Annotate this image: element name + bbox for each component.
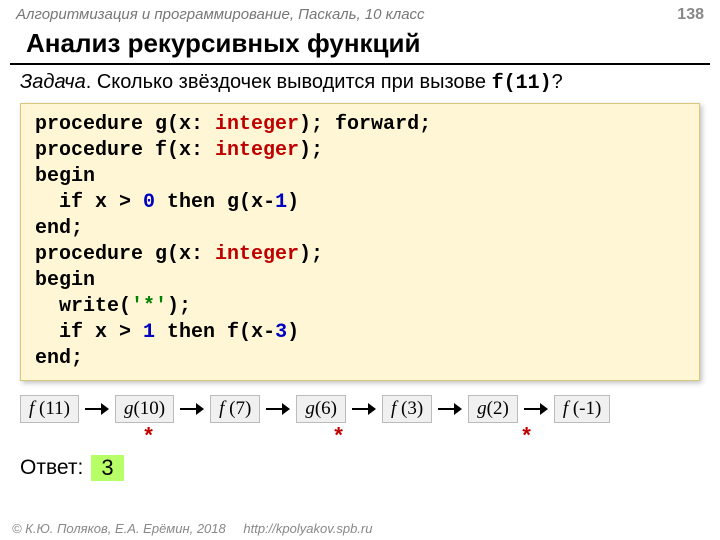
code-text: ); — [167, 295, 191, 318]
trace-fn: g — [305, 398, 315, 419]
page-title: Анализ рекурсивных функций — [10, 26, 710, 65]
code-text: if x > — [35, 191, 143, 214]
arrow-icon — [180, 403, 204, 415]
trace-fn: f — [29, 398, 39, 419]
trace-fn: f — [219, 398, 229, 419]
trace-arg: (10) — [133, 398, 165, 419]
arrow-icon — [352, 403, 376, 415]
code-number: 3 — [275, 321, 287, 344]
code-text: begin — [35, 165, 95, 188]
code-keyword: integer — [215, 139, 299, 162]
star: * — [142, 425, 155, 450]
call-trace: f (11) g(10) f (7) g(6) f (3) g(2) f (-1… — [0, 391, 720, 425]
code-text: write( — [35, 295, 131, 318]
trace-arg: (11) — [39, 398, 70, 419]
trace-fn: f — [563, 398, 573, 419]
stars-row: * * * — [0, 425, 720, 449]
code-number: 1 — [143, 321, 155, 344]
code-text: if x > — [35, 321, 143, 344]
code-block: procedure g(x: integer); forward; proced… — [20, 103, 700, 381]
code-text: end; — [35, 347, 83, 370]
slide-header: Алгоритмизация и программирование, Паска… — [0, 0, 720, 26]
trace-arg: (3) — [401, 398, 423, 419]
trace-call: g(2) — [468, 395, 518, 423]
trace-call: g(6) — [296, 395, 346, 423]
task-call: f(11) — [492, 72, 552, 95]
code-text: procedure f(x: — [35, 139, 215, 162]
code-text: end; — [35, 217, 83, 240]
code-keyword: integer — [215, 243, 299, 266]
star: * — [520, 425, 533, 450]
code-keyword: integer — [215, 113, 299, 136]
code-text: procedure g(x: — [35, 243, 215, 266]
star: * — [332, 425, 345, 450]
arrow-icon — [524, 403, 548, 415]
page-number: 138 — [677, 6, 704, 24]
code-text: ); — [299, 139, 323, 162]
task-text: Задача. Сколько звёздочек выводится при … — [0, 71, 720, 101]
code-string: '*' — [131, 295, 167, 318]
arrow-icon — [438, 403, 462, 415]
trace-fn: f — [391, 398, 401, 419]
course-name: Алгоритмизация и программирование, Паска… — [16, 6, 425, 23]
code-text: ); forward; — [299, 113, 431, 136]
code-text: then g(x- — [155, 191, 275, 214]
answer-row: Ответ: 3 — [0, 449, 720, 487]
copyright: © К.Ю. Поляков, Е.А. Ерёмин, 2018 — [12, 521, 226, 536]
trace-call: g(10) — [115, 395, 174, 423]
code-text: then f(x- — [155, 321, 275, 344]
trace-call: f (7) — [210, 395, 260, 423]
slide-footer: © К.Ю. Поляков, Е.А. Ерёмин, 2018 http:/… — [12, 521, 372, 536]
trace-arg: (2) — [487, 398, 509, 419]
arrow-icon — [266, 403, 290, 415]
code-text: ) — [287, 321, 299, 344]
trace-call: f (3) — [382, 395, 432, 423]
answer-value: 3 — [91, 455, 123, 481]
arrow-icon — [85, 403, 109, 415]
code-number: 1 — [275, 191, 287, 214]
code-text: ) — [287, 191, 299, 214]
trace-call: f (-1) — [554, 395, 611, 423]
trace-arg: (-1) — [573, 398, 601, 419]
trace-call: f (11) — [20, 395, 79, 423]
trace-arg: (6) — [315, 398, 337, 419]
code-text: ); — [299, 243, 323, 266]
code-text: procedure g(x: — [35, 113, 215, 136]
answer-label: Ответ: — [20, 456, 83, 480]
trace-arg: (7) — [229, 398, 251, 419]
trace-fn: g — [477, 398, 487, 419]
task-qmark: ? — [552, 71, 563, 93]
task-label: Задача — [20, 71, 86, 93]
footer-url: http://kpolyakov.spb.ru — [243, 521, 372, 536]
code-number: 0 — [143, 191, 155, 214]
task-body: . Сколько звёздочек выводится при вызове — [86, 71, 492, 93]
code-text: begin — [35, 269, 95, 292]
